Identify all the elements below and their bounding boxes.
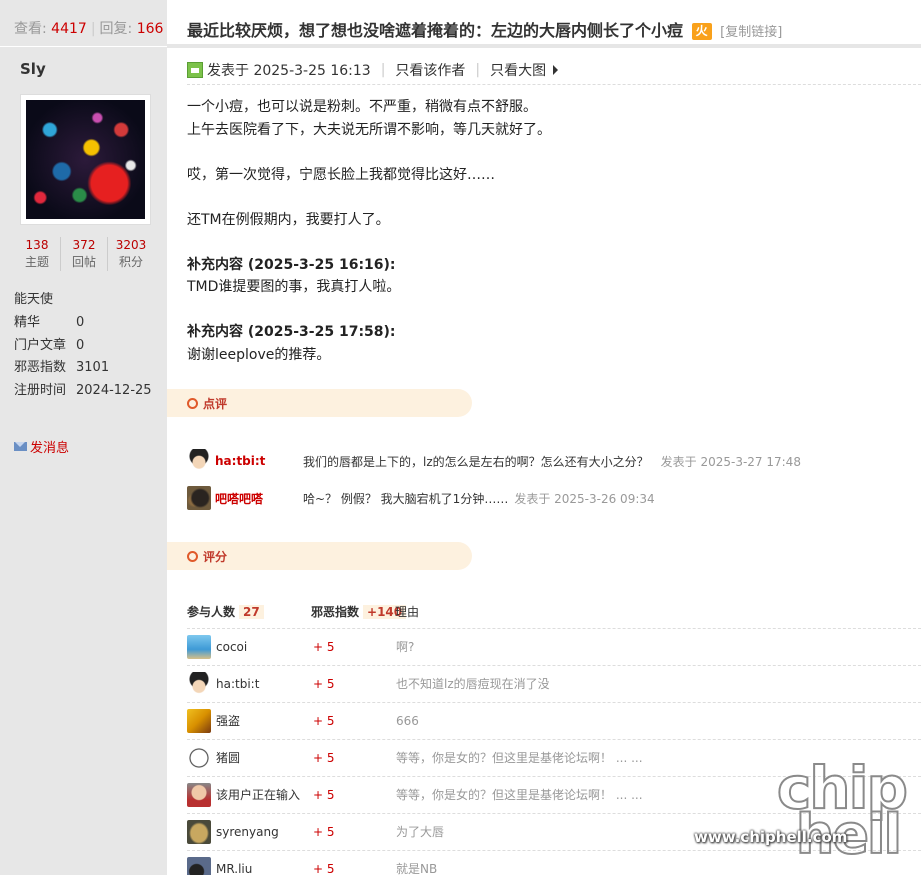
- rater-score: + 5: [313, 714, 335, 728]
- rater-reason: 为了大唇: [396, 825, 445, 839]
- rater-name[interactable]: cocoi: [216, 634, 247, 660]
- rating-row: cocoi + 5 啊?: [187, 634, 921, 660]
- thread-stats: 查看: 4417 | 回复: 166: [14, 21, 164, 37]
- rating-row: 强盗 + 5 666: [187, 708, 921, 734]
- comment-text: 我们的唇都是上下的，lz的怎么是左右的啊？怎么还有大小之分？: [303, 454, 649, 469]
- rater-name[interactable]: 该用户正在输入: [216, 782, 300, 808]
- comment-time: 发表于 2025-3-26 09:34: [514, 491, 655, 506]
- post-main: 最近比较厌烦，想了想也没啥遮着掩着的：左边的大唇内侧长了个小痘 火 [复制链接]…: [167, 0, 921, 875]
- views-label: 查看:: [14, 21, 47, 37]
- post-line: 上午去医院看了下，大夫说无所谓不影响，等几天就好了。: [187, 121, 551, 138]
- stat-replies[interactable]: 372 回帖: [61, 237, 108, 271]
- comment-text: 哈~？ 例假？ 我大脑宕机了1分钟……: [303, 491, 509, 506]
- rater-score: + 5: [313, 677, 335, 691]
- profile-row: 精华 0: [14, 315, 85, 330]
- avatar-image: [26, 100, 145, 219]
- send-message-link[interactable]: 发消息: [14, 437, 69, 456]
- rater-name[interactable]: MR.liu: [216, 856, 252, 875]
- mail-icon: [14, 442, 27, 451]
- post-meta: 发表于 2025-3-25 16:13 | 只看该作者 | 只看大图: [187, 59, 559, 81]
- hot-icon: 火: [691, 23, 712, 40]
- post-body: 一个小痘，也可以说是粉刺。不严重，稍微有点不舒服。 上午去医院看了下，大夫说无所…: [187, 96, 551, 366]
- rater-reason: 等等，你是女的？但这里是基佬论坛啊！ ... ...: [396, 788, 643, 802]
- rater-avatar[interactable]: [187, 709, 211, 733]
- rater-reason: 啊?: [396, 640, 415, 654]
- supplement-title: 补充内容 (2025-3-25 16:16):: [187, 256, 396, 273]
- stat-topics[interactable]: 138 主题: [14, 237, 61, 271]
- rater-score: + 5: [313, 788, 335, 802]
- rater-avatar[interactable]: [187, 857, 211, 875]
- supplement-title: 补充内容 (2025-3-25 17:58):: [187, 324, 396, 340]
- rater-score: + 5: [313, 862, 335, 875]
- profile-row: 门户文章 0: [14, 337, 85, 353]
- rater-name[interactable]: ha:tbi:t: [216, 671, 259, 697]
- replies-label: 回复:: [99, 21, 133, 37]
- comments-heading: 点评: [167, 389, 472, 417]
- supplement-text: 谢谢leeplove的推荐。: [187, 346, 331, 363]
- post-line: 一个小痘，也可以说是粉刺。不严重，稍微有点不舒服。: [187, 99, 537, 115]
- online-status-icon: [187, 62, 203, 78]
- author-sidebar: 查看: 4417 | 回复: 166 Sly 138 主题 372 回帖 3203 …: [0, 0, 167, 875]
- rating-heading: 评分: [167, 542, 472, 570]
- commenter-name[interactable]: ha:tbi:t: [215, 454, 303, 468]
- supplement-text: TMD谁提要图的事，我真打人啦。: [187, 279, 401, 295]
- commenter-avatar[interactable]: [187, 486, 211, 510]
- stat-points[interactable]: 3203 积分: [108, 237, 154, 271]
- copy-link-button[interactable]: [复制链接]: [720, 25, 782, 40]
- rater-score: + 5: [313, 825, 335, 839]
- rater-avatar[interactable]: [187, 746, 211, 770]
- comment-time: 发表于 2025-3-27 17:48: [660, 454, 801, 469]
- profile-row: 注册时间 2024-12-25: [14, 382, 152, 398]
- rater-avatar[interactable]: [187, 635, 211, 659]
- watermark-url: www.chiphell.com: [694, 828, 848, 846]
- rater-reason: 等等，你是女的？但这里是基佬论坛啊！ ... ...: [396, 751, 643, 765]
- rater-avatar[interactable]: [187, 783, 211, 807]
- rating-row: ha:tbi:t + 5 也不知道lz的唇痘现在消了没: [187, 671, 921, 697]
- rater-name[interactable]: 强盗: [216, 708, 240, 734]
- author-name[interactable]: Sly: [20, 60, 46, 78]
- rater-reason: 666: [396, 714, 419, 728]
- author-profile: 精华 0 门户文章 0 邪恶指数 3101 注册时间 2024-12-25: [14, 312, 152, 402]
- participants-label: 参与人数: [187, 605, 236, 619]
- thread-title: 最近比较厌烦，想了想也没啥遮着掩着的：左边的大唇内侧长了个小痘 火 [复制链接]: [187, 21, 783, 40]
- index-label: 邪恶指数: [311, 605, 360, 619]
- rater-avatar[interactable]: [187, 820, 211, 844]
- circle-icon: [187, 397, 198, 409]
- participants-count: 27: [239, 605, 264, 619]
- author-stats: 138 主题 372 回帖 3203 积分: [14, 237, 154, 271]
- large-images-link[interactable]: 只看大图: [490, 60, 546, 80]
- rater-name[interactable]: syrenyang: [216, 819, 279, 845]
- site-watermark: chip hell www.chiphell.com: [694, 758, 914, 870]
- rater-avatar[interactable]: [187, 672, 211, 696]
- only-author-link[interactable]: 只看该作者: [395, 60, 465, 80]
- reason-label: 理由: [395, 605, 420, 619]
- post-line: 还TM在例假期内，我要打人了。: [187, 211, 390, 228]
- triangle-right-icon: [553, 65, 559, 75]
- author-rank[interactable]: 能天使: [14, 288, 53, 307]
- replies-count: 166: [136, 21, 164, 37]
- author-avatar[interactable]: [20, 94, 151, 225]
- rating-table-header: 参与人数 27 邪恶指数 +140 理由: [187, 603, 921, 621]
- rater-name[interactable]: 猪圆: [216, 745, 240, 771]
- rater-score: + 5: [313, 640, 335, 654]
- post-line: 哎，第一次觉得，宁愿长脸上我都觉得比这好……: [187, 166, 495, 183]
- commenter-avatar[interactable]: [187, 449, 211, 473]
- profile-row: 邪恶指数 3101: [14, 360, 110, 375]
- views-count: 4417: [51, 21, 87, 37]
- commenter-name[interactable]: 吧嗒吧嗒: [215, 490, 303, 507]
- rater-reason: 也不知道lz的唇痘现在消了没: [396, 677, 550, 691]
- comment-item: 吧嗒吧嗒 哈~？ 例假？ 我大脑宕机了1分钟…… 发表于 2025-3-26 0…: [187, 485, 655, 511]
- rater-reason: 就是NB: [396, 862, 438, 875]
- rater-score: + 5: [313, 751, 335, 765]
- circle-icon: [187, 550, 198, 562]
- comment-item: ha:tbi:t 我们的唇都是上下的，lz的怎么是左右的啊？怎么还有大小之分？ …: [187, 448, 801, 474]
- post-time: 发表于 2025-3-25 16:13: [207, 63, 371, 79]
